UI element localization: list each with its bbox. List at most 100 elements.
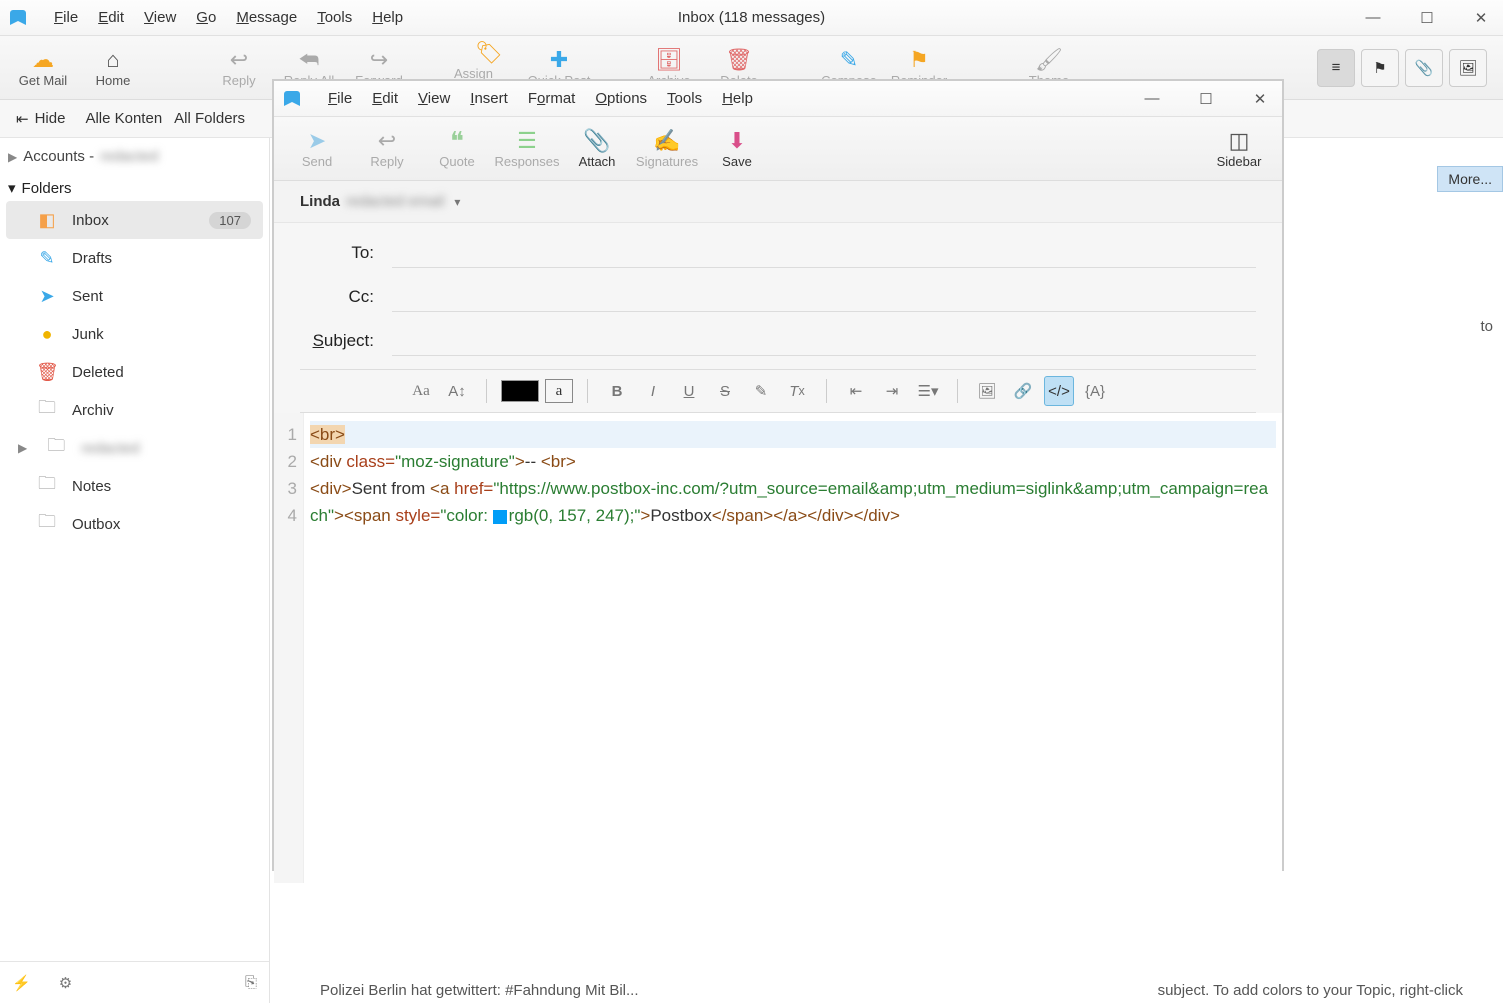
save-button[interactable]: ⬇Save bbox=[702, 121, 772, 177]
subject-input[interactable] bbox=[392, 326, 1256, 356]
minimize-button[interactable]: — bbox=[1361, 9, 1385, 27]
account-name: redacted bbox=[100, 148, 158, 165]
insert-template-button[interactable]: {A} bbox=[1080, 376, 1110, 406]
reply-all-icon: ⮪ bbox=[299, 47, 319, 73]
sidebar-footer: ⚡ ⚙ ⎘ bbox=[0, 961, 269, 1003]
trash-icon: 🗑 bbox=[725, 47, 753, 73]
send-button[interactable]: ➤Send bbox=[282, 121, 352, 177]
junk-icon: ● bbox=[36, 324, 58, 345]
source-view-button[interactable]: </> bbox=[1044, 376, 1074, 406]
forward-icon: ↪ bbox=[370, 47, 388, 73]
attach-button[interactable]: 📎Attach bbox=[562, 121, 632, 177]
compose-menubar: File Edit View Insert Format Options Too… bbox=[274, 81, 1282, 117]
compose-toolbar: ➤Send ↩Reply ❝Quote ☰Responses 📎Attach ✍… bbox=[274, 117, 1282, 181]
cloud-download-icon: ☁ bbox=[32, 47, 54, 73]
accounts-header[interactable]: ▶ Accounts - redacted bbox=[0, 138, 269, 171]
chat-icon[interactable]: ⚡ bbox=[12, 974, 31, 992]
minimize-button[interactable]: — bbox=[1140, 90, 1164, 108]
menu-edit[interactable]: Edit bbox=[88, 5, 134, 30]
maximize-button[interactable]: ☐ bbox=[1194, 90, 1218, 108]
cmp-menu-format[interactable]: Format bbox=[518, 86, 586, 111]
view-list-button[interactable]: ≡ bbox=[1317, 49, 1355, 87]
to-input[interactable] bbox=[392, 238, 1256, 268]
folder-notes[interactable]: 🗀Notes bbox=[6, 467, 263, 505]
close-button[interactable]: ✕ bbox=[1469, 9, 1493, 27]
sidebar-toggle-button[interactable]: ◫Sidebar bbox=[1204, 121, 1274, 177]
view-image-button[interactable]: 🖼 bbox=[1449, 49, 1487, 87]
folder-deleted[interactable]: 🗑Deleted bbox=[6, 353, 263, 391]
responses-button[interactable]: ☰Responses bbox=[492, 121, 562, 177]
maximize-button[interactable]: ☐ bbox=[1415, 9, 1439, 27]
menu-message[interactable]: Message bbox=[226, 5, 307, 30]
settings-icon[interactable]: ⚙ bbox=[59, 974, 72, 992]
signatures-button[interactable]: ✍Signatures bbox=[632, 121, 702, 177]
folders-filter[interactable]: All Folders bbox=[174, 110, 245, 127]
folder-inbox[interactable]: ◧ Inbox 107 bbox=[6, 201, 263, 239]
cmp-menu-insert[interactable]: Insert bbox=[460, 86, 518, 111]
folder-outbox[interactable]: 🗀Outbox bbox=[6, 505, 263, 543]
source-code[interactable]: <br><div class="moz-signature">-- <br> <… bbox=[304, 413, 1282, 883]
menu-view[interactable]: View bbox=[134, 5, 186, 30]
cmp-menu-options[interactable]: Options bbox=[585, 86, 657, 111]
folder-icon: 🗀 bbox=[36, 509, 58, 539]
hamburger-icon: ≡ bbox=[1332, 59, 1341, 76]
from-row[interactable]: Linda redacted email ▾ bbox=[274, 181, 1282, 223]
menu-help[interactable]: Help bbox=[362, 5, 413, 30]
menu-tools[interactable]: Tools bbox=[307, 5, 362, 30]
underline-button[interactable]: U bbox=[674, 376, 704, 406]
chevron-right-icon: ▶ bbox=[18, 441, 27, 455]
strike-button[interactable]: S bbox=[710, 376, 740, 406]
cmp-menu-file[interactable]: File bbox=[318, 86, 362, 111]
cmp-menu-tools[interactable]: Tools bbox=[657, 86, 712, 111]
send-icon: ➤ bbox=[308, 128, 326, 154]
bold-button[interactable]: B bbox=[602, 376, 632, 406]
menu-go[interactable]: Go bbox=[186, 5, 226, 30]
cc-row: Cc: bbox=[300, 275, 1256, 319]
hide-sidebar-button[interactable]: ⇤Hide bbox=[8, 106, 73, 132]
get-mail-button[interactable]: ☁Get Mail bbox=[8, 40, 78, 96]
flag-icon: ⚑ bbox=[1373, 59, 1386, 77]
quote-button[interactable]: ❝Quote bbox=[422, 121, 492, 177]
insert-image-button[interactable]: 🖼 bbox=[972, 376, 1002, 406]
text-color-button[interactable] bbox=[501, 380, 539, 402]
folders-header[interactable]: ▾ Folders bbox=[0, 171, 269, 201]
cmp-menu-view[interactable]: View bbox=[408, 86, 460, 111]
bg-color-button[interactable]: a bbox=[545, 379, 573, 403]
more-button[interactable]: More... bbox=[1437, 166, 1503, 192]
font-size-button[interactable]: A↕ bbox=[442, 376, 472, 406]
folder-archiv[interactable]: 🗀Archiv bbox=[6, 391, 263, 429]
reply-button[interactable]: ↩Reply bbox=[204, 40, 274, 96]
view-attach-button[interactable]: 📎 bbox=[1405, 49, 1443, 87]
highlight-button[interactable]: ✎ bbox=[746, 376, 776, 406]
accounts-filter[interactable]: Alle Konten bbox=[85, 110, 162, 127]
cc-input[interactable] bbox=[392, 282, 1256, 312]
cmp-reply-button[interactable]: ↩Reply bbox=[352, 121, 422, 177]
subject-row: Subject: bbox=[300, 319, 1256, 363]
inbox-icon: ◧ bbox=[36, 210, 58, 231]
italic-button[interactable]: I bbox=[638, 376, 668, 406]
indent-button[interactable]: ⇥ bbox=[877, 376, 907, 406]
from-name: Linda bbox=[300, 193, 340, 210]
home-button[interactable]: ⌂Home bbox=[78, 40, 148, 96]
insert-link-button[interactable]: 🔗 bbox=[1008, 376, 1038, 406]
compose-body-editor[interactable]: 1 2 3 4 <br><div class="moz-signature">-… bbox=[274, 413, 1282, 883]
folder-sent[interactable]: ➤Sent bbox=[6, 277, 263, 315]
view-flag-button[interactable]: ⚑ bbox=[1361, 49, 1399, 87]
clear-format-button[interactable]: Tx bbox=[782, 376, 812, 406]
font-family-button[interactable]: Aa bbox=[406, 376, 436, 406]
cmp-menu-help[interactable]: Help bbox=[712, 86, 763, 111]
folder-custom[interactable]: ▶🗀redacted bbox=[6, 429, 263, 467]
folder-junk[interactable]: ●Junk bbox=[6, 315, 263, 353]
folder-drafts[interactable]: ✎Drafts bbox=[6, 239, 263, 277]
compose-icon[interactable]: ⎘ bbox=[245, 974, 257, 991]
folder-icon: 🗀 bbox=[45, 433, 67, 463]
list-button[interactable]: ☰▾ bbox=[913, 376, 943, 406]
close-button[interactable]: ✕ bbox=[1248, 90, 1272, 108]
cmp-menu-edit[interactable]: Edit bbox=[362, 86, 408, 111]
puzzle-icon: ✚ bbox=[550, 47, 568, 73]
format-toolbar: Aa A↕ a B I U S ✎ Tx ⇤ ⇥ ☰▾ 🖼 🔗 </> {A} bbox=[300, 369, 1256, 413]
quote-icon: ❝ bbox=[450, 128, 464, 154]
menu-file[interactable]: File bbox=[44, 5, 88, 30]
outdent-button[interactable]: ⇤ bbox=[841, 376, 871, 406]
color-swatch-icon bbox=[493, 510, 507, 524]
